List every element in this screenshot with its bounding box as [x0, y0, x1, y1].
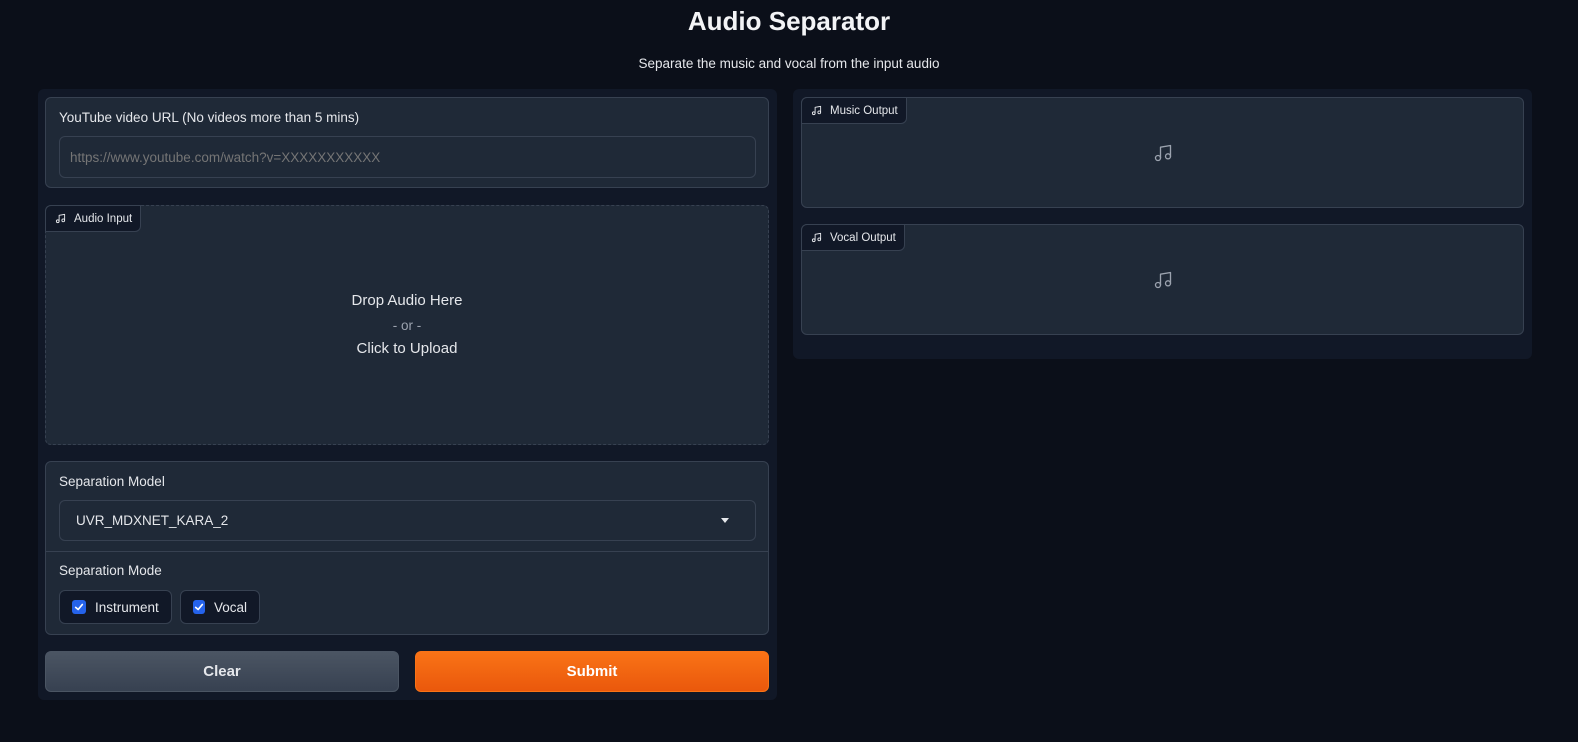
music-note-icon	[55, 213, 66, 224]
audio-input-label: Audio Input	[74, 212, 133, 225]
settings-divider	[46, 551, 768, 552]
page-title: Audio Separator	[687, 6, 891, 36]
input-column: YouTube video URL (No videos more than 5…	[38, 89, 777, 700]
music-output-block: Music Output	[801, 97, 1524, 208]
vocal-output-block: Vocal Output	[801, 224, 1524, 335]
submit-button[interactable]: Submit	[415, 651, 769, 692]
music-note-icon	[811, 105, 822, 116]
click-to-upload-text: Click to Upload	[356, 340, 458, 357]
instrument-checkbox-label: Instrument	[95, 599, 159, 615]
vocal-checkbox-label: Vocal	[213, 599, 247, 615]
clear-button[interactable]: Clear	[45, 651, 399, 692]
music-output-chip: Music Output	[801, 97, 907, 124]
drop-audio-text: Drop Audio Here	[351, 292, 463, 309]
page-subtitle: Separate the music and vocal from the in…	[638, 56, 940, 71]
youtube-url-input[interactable]	[59, 136, 756, 178]
instrument-checkbox[interactable]: Instrument	[59, 590, 172, 624]
separation-model-value: UVR_MDXNET_KARA_2	[76, 513, 229, 528]
music-output-label: Music Output	[830, 104, 898, 117]
checkbox-checked-icon	[193, 600, 205, 614]
youtube-url-label: YouTube video URL (No videos more than 5…	[59, 110, 360, 125]
audio-input-chip: Audio Input	[45, 205, 142, 232]
vocal-output-label: Vocal Output	[830, 231, 896, 244]
separation-mode-label: Separation Mode	[59, 563, 162, 578]
music-note-icon	[1154, 271, 1171, 288]
music-note-icon	[811, 232, 822, 243]
output-column: Music Output Vocal Output	[793, 89, 1532, 359]
checkbox-checked-icon	[72, 600, 86, 614]
vocal-checkbox[interactable]: Vocal	[180, 590, 260, 624]
drop-or-text: - or -	[392, 318, 422, 333]
separation-model-dropdown[interactable]: UVR_MDXNET_KARA_2	[59, 500, 756, 541]
separation-model-label: Separation Model	[59, 474, 165, 489]
music-note-icon	[1154, 144, 1171, 161]
vocal-output-chip: Vocal Output	[801, 224, 905, 251]
chevron-down-icon	[721, 518, 729, 523]
youtube-url-block: YouTube video URL (No videos more than 5…	[45, 97, 769, 188]
separation-settings-block: Separation Model UVR_MDXNET_KARA_2 Separ…	[45, 461, 769, 635]
audio-input-dropzone[interactable]: Audio Input Drop Audio Here - or - Click…	[45, 205, 769, 445]
